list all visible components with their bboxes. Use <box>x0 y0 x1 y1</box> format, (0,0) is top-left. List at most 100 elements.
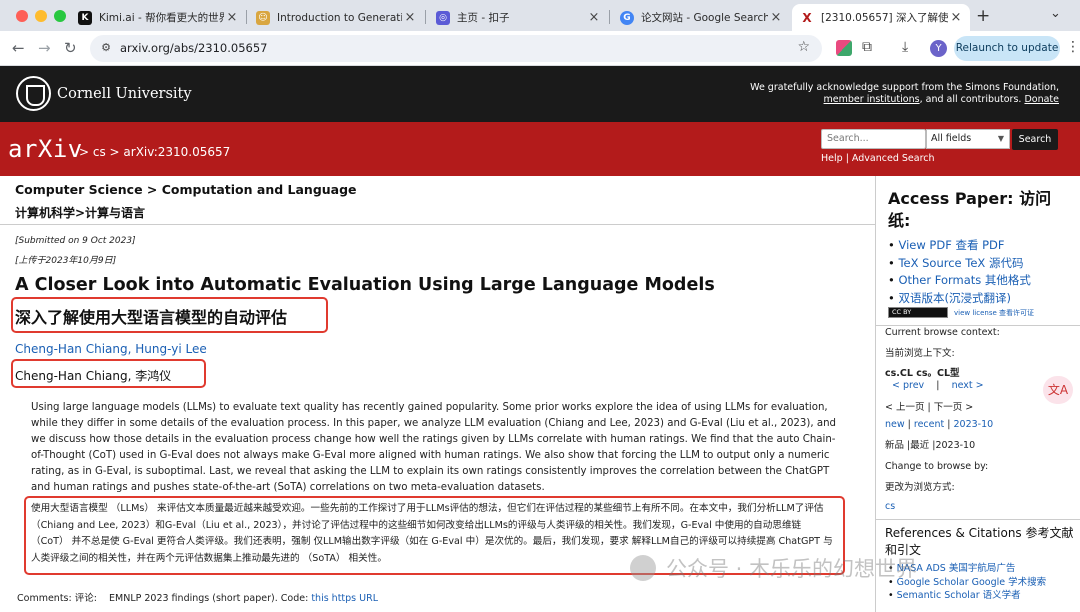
new-recent: new | recent | 2023-10 <box>885 419 994 430</box>
watermark: 公众号 · 木乐乐的幻想世界 <box>630 553 917 583</box>
search-button[interactable]: Search <box>1012 129 1058 150</box>
tab-title: 论文网站 - Google Search <box>641 12 768 24</box>
authors: Cheng-Han Chiang, Hung-yi Lee <box>15 342 207 356</box>
browse-context-label: Current browse context: <box>885 327 1000 338</box>
comments-line: Comments: 评论: EMNLP 2023 findings (short… <box>17 590 378 604</box>
month-link[interactable]: 2023-10 <box>954 419 994 430</box>
new-recent-zh: 新品 |最近 |2023-10 <box>885 440 976 451</box>
help-link[interactable]: Help <box>821 153 843 164</box>
code-link[interactable]: this https URL <box>311 593 378 604</box>
address-bar[interactable]: ⚙ arxiv.org/abs/2310.05657 ☆ <box>90 35 822 62</box>
reload-icon[interactable]: ↻ <box>64 39 77 57</box>
license: CC BY view license 查看许可证 <box>888 307 1034 318</box>
highlight-box <box>11 297 328 333</box>
tab-title: 主页 - 扣子 <box>457 12 510 24</box>
bookmark-star-icon[interactable]: ☆ <box>797 39 810 55</box>
tab-title: Introduction to Generative AI <box>277 11 402 24</box>
cornell-header: Cornell University We gratefully acknowl… <box>0 66 1080 122</box>
new-link[interactable]: new <box>885 419 905 430</box>
cornell-logo-text[interactable]: Cornell University <box>57 86 192 102</box>
search-help-links: Help | Advanced Search <box>821 153 935 164</box>
address-url[interactable]: arxiv.org/abs/2310.05657 <box>120 41 268 55</box>
member-institutions-link[interactable]: member institutions <box>824 94 920 105</box>
browser-tab-bar: K Kimi.ai - 帮你看更大的世界 × ☺ Introduction to… <box>0 0 1080 31</box>
next-link[interactable]: next > <box>952 380 984 391</box>
highlight-box <box>11 359 206 388</box>
forward-arrow-icon[interactable]: → <box>38 39 51 57</box>
change-browse-label-zh: 更改为浏览方式: <box>885 482 955 493</box>
minimize-window-button[interactable] <box>35 10 47 22</box>
cornell-seal-icon[interactable] <box>16 76 51 111</box>
other-formats-link[interactable]: Other Formats 其他格式 <box>888 272 1078 290</box>
browse-context-value: cs.CL cs。CL型 <box>885 368 960 379</box>
relaunch-button[interactable]: Relaunch to update <box>954 36 1060 61</box>
coze-favicon-icon: ◎ <box>436 10 450 25</box>
support-line: We gratefully acknowledge support from t… <box>750 82 1059 93</box>
view-pdf-link[interactable]: View PDF 查看 PDF <box>888 237 1078 255</box>
wechat-logo-icon <box>630 555 656 581</box>
subject-heading-zh: 计算机科学>计算与语言 <box>15 206 146 220</box>
site-info-icon[interactable]: ⚙ <box>98 41 114 56</box>
browser-tab[interactable]: ◎ 主页 - 扣子 × <box>428 4 608 31</box>
chevron-down-icon: ▼ <box>997 134 1004 143</box>
download-icon[interactable]: ⤓ <box>902 39 908 55</box>
back-arrow-icon[interactable]: ← <box>12 39 25 57</box>
kimi-favicon-icon: K <box>78 10 92 25</box>
close-tab-icon[interactable]: × <box>768 10 784 25</box>
arxiv-favicon-icon: X <box>800 10 814 25</box>
browser-tab[interactable]: K Kimi.ai - 帮你看更大的世界 × <box>70 4 246 31</box>
close-tab-icon[interactable]: × <box>586 10 602 25</box>
watermark-text: 公众号 · 木乐乐的幻想世界 <box>666 557 918 581</box>
browse-context-label-zh: 当前浏览上下文: <box>885 348 955 359</box>
prev-link[interactable]: < prev <box>892 380 924 391</box>
paper-main: Computer Science > Computation and Langu… <box>0 176 875 612</box>
close-tab-icon[interactable]: × <box>948 10 964 25</box>
donate-link[interactable]: Donate <box>1024 94 1059 105</box>
maximize-window-button[interactable] <box>54 10 66 22</box>
extension-icon[interactable] <box>836 40 852 56</box>
divider <box>876 519 1080 520</box>
breadcrumb[interactable]: > cs > arXiv:2310.05657 <box>79 145 230 159</box>
search-field-value: All fields <box>931 133 972 144</box>
browser-tab[interactable]: ☺ Introduction to Generative AI × <box>248 4 424 31</box>
cc-license-badge-icon[interactable]: CC BY <box>888 307 948 318</box>
author-link[interactable]: Hung-yi Lee <box>135 342 206 356</box>
author-link[interactable]: Cheng-Han Chiang <box>15 342 128 356</box>
search-input[interactable]: Search... <box>821 129 926 149</box>
search-field-select[interactable]: All fields ▼ <box>926 129 1010 149</box>
tex-source-link[interactable]: TeX Source TeX 源代码 <box>888 255 1078 273</box>
support-notice: We gratefully acknowledge support from t… <box>750 82 1059 106</box>
translate-float-button[interactable]: 文A <box>1043 376 1073 404</box>
arxiv-logo[interactable]: arXiv <box>8 135 83 163</box>
tab-separator <box>246 10 247 24</box>
tab-separator <box>425 10 426 24</box>
semantic-scholar-link[interactable]: Semantic Scholar 语义学者 <box>888 589 1046 603</box>
subject-heading: Computer Science > Computation and Langu… <box>15 182 357 197</box>
profile-avatar[interactable]: Y <box>930 40 947 57</box>
paper-title: A Closer Look into Automatic Evaluation … <box>15 275 715 295</box>
bilingual-version-link[interactable]: 双语版本(沉浸式翻译) <box>888 290 1078 308</box>
google-favicon-icon: G <box>620 10 634 25</box>
support-line-mid: , and all contributors. <box>919 94 1022 105</box>
browser-tab[interactable]: G 论文网站 - Google Search × <box>612 4 790 31</box>
cs-link[interactable]: cs <box>885 501 895 512</box>
tab-search-chevron-icon[interactable]: ⌄ <box>1050 6 1061 21</box>
browser-tab-active[interactable]: X [2310.05657] 深入了解使用大 × <box>792 4 970 31</box>
tab-title: Kimi.ai - 帮你看更大的世界 <box>99 12 224 24</box>
close-tab-icon[interactable]: × <box>224 10 240 25</box>
recent-link[interactable]: recent <box>914 419 944 430</box>
menu-kebab-icon[interactable]: ⋮ <box>1066 39 1080 55</box>
advanced-search-link[interactable]: Advanced Search <box>852 153 935 164</box>
course-favicon-icon: ☺ <box>256 10 270 25</box>
abstract: Using large language models (LLMs) to ev… <box>31 402 837 493</box>
prev-next-zh: < 上一页 | 下一页 > <box>885 402 974 413</box>
prev-next-separator: | <box>936 380 940 391</box>
view-license-link[interactable]: view license 查看许可证 <box>954 308 1034 318</box>
close-tab-icon[interactable]: × <box>402 10 418 25</box>
divider <box>0 224 875 225</box>
access-paper-heading: Access Paper: 访问纸: <box>888 189 1052 230</box>
change-browse-label: Change to browse by: <box>885 461 989 472</box>
new-tab-button[interactable]: + <box>976 6 990 26</box>
extensions-puzzle-icon[interactable]: ⧉ <box>862 39 872 55</box>
close-window-button[interactable] <box>16 10 28 22</box>
